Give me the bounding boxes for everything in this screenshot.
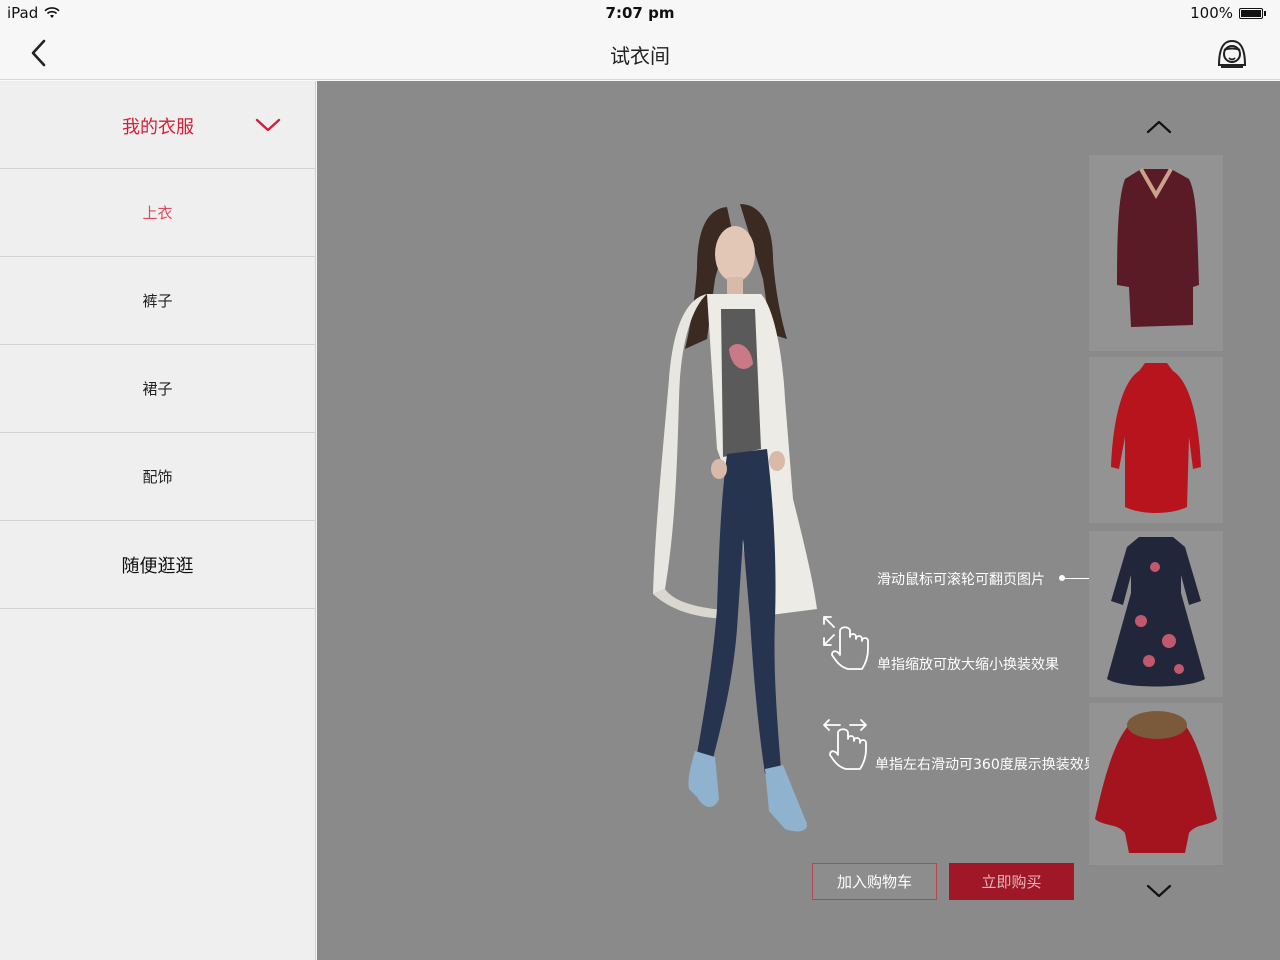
user-avatar-icon[interactable] <box>1214 35 1250 71</box>
red-dress-image <box>1111 363 1201 513</box>
sidebar-item-accessories[interactable]: 配饰 <box>0 433 315 521</box>
sidebar-item-browse[interactable]: 随便逛逛 <box>0 521 315 609</box>
battery-icon <box>1239 7 1263 19</box>
thumbnail-red-cape-dress[interactable] <box>1089 357 1223 523</box>
chevron-down-icon <box>255 118 281 132</box>
hint-pinch: 单指缩放可放大缩小换装效果 <box>877 657 1059 673</box>
nav-bar: 试衣间 <box>0 26 1280 80</box>
fitting-stage[interactable]: 滑动鼠标可滚轮可翻页图片 单指缩放可放大缩小换装效果 单指左右滑动可360度展示… <box>317 81 1280 960</box>
chevron-down-icon[interactable] <box>1144 881 1174 901</box>
pinch-gesture-icon <box>823 616 869 670</box>
page-title: 试衣间 <box>610 44 670 68</box>
sidebar-item-label: 随便逛逛 <box>121 555 194 577</box>
status-right: 100% <box>1190 4 1266 22</box>
sidebar-item-label: 上衣 <box>142 204 173 222</box>
thumbnail-navy-floral-dress[interactable] <box>1089 531 1223 697</box>
chevron-up-icon[interactable] <box>1144 117 1174 137</box>
sidebar-item-label: 裙子 <box>142 380 173 398</box>
swipe-gesture-icon <box>823 719 867 770</box>
sidebar-item-skirts[interactable]: 裙子 <box>0 345 315 433</box>
buy-now-button[interactable]: 立即购买 <box>949 863 1074 900</box>
thumbnail-red-fur-cape[interactable] <box>1089 703 1223 865</box>
add-to-cart-button[interactable]: 加入购物车 <box>812 863 937 900</box>
sidebar-item-tops[interactable]: 上衣 <box>0 169 315 257</box>
coat-image <box>1117 168 1199 327</box>
status-bar: iPad 7:07 pm 100% <box>0 0 1280 26</box>
thumbnail-burgundy-coat[interactable] <box>1089 155 1223 351</box>
sidebar-item-label: 配饰 <box>142 468 173 486</box>
hint-scroll: 滑动鼠标可滚轮可翻页图片 <box>877 572 1045 588</box>
hint-swipe: 单指左右滑动可360度展示换装效果 <box>875 757 1098 773</box>
sidebar-item-label: 裤子 <box>142 292 173 310</box>
outfit-thumbnail-column <box>1089 81 1229 960</box>
category-sidebar: 我的衣服 上衣 裤子 裙子 配饰 随便逛逛 <box>0 81 316 960</box>
sidebar-item-pants[interactable]: 裤子 <box>0 257 315 345</box>
battery-tip <box>1264 10 1266 16</box>
my-clothes-dropdown[interactable]: 我的衣服 <box>0 81 315 169</box>
fur-cape-image <box>1095 711 1217 853</box>
floral-dress-image <box>1107 537 1205 687</box>
status-time: 7:07 pm <box>605 4 675 22</box>
battery-percent: 100% <box>1190 4 1233 22</box>
